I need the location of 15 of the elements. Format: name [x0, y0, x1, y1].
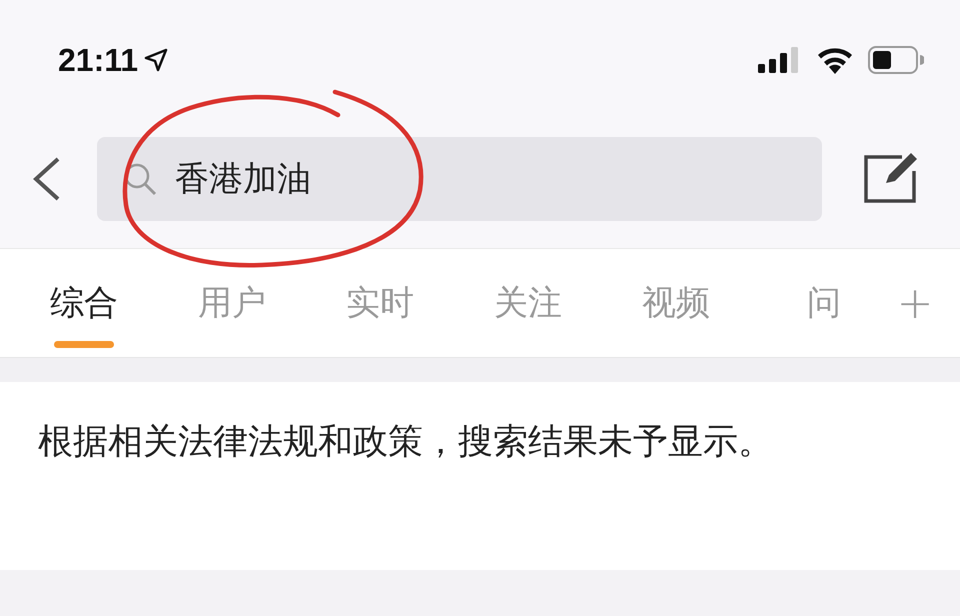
tab-indicator — [54, 341, 114, 348]
battery-icon — [868, 46, 924, 74]
add-tab-button[interactable]: + — [870, 249, 960, 357]
location-arrow-icon — [144, 48, 168, 72]
tab[interactable]: 实时 — [346, 280, 414, 326]
compose-icon[interactable] — [862, 153, 920, 205]
wifi-icon — [816, 46, 854, 74]
search-field[interactable]: 香港加油 — [97, 137, 822, 221]
notice-text: 根据相关法律法规和政策，搜索结果未予显示。 — [38, 421, 774, 464]
tab[interactable]: 关注 — [494, 280, 562, 326]
tab[interactable]: 综合 — [50, 280, 118, 326]
status-time: 21:11 — [58, 42, 138, 78]
tab[interactable]: 视频 — [642, 280, 710, 326]
tab[interactable]: 用户 — [198, 280, 266, 326]
tab[interactable]: 问 — [807, 280, 841, 326]
